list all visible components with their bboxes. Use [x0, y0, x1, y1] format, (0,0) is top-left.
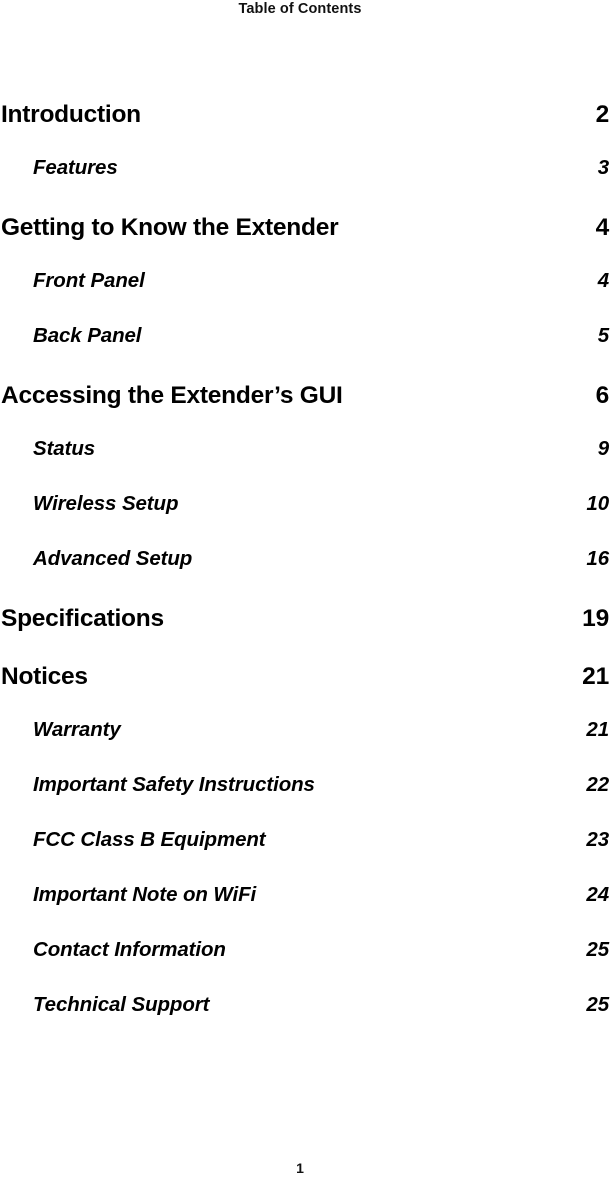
toc-entry-title: Important Safety Instructions	[33, 773, 315, 796]
toc-entry[interactable]: Status 9	[0, 436, 612, 491]
toc-entry-title: Technical Support	[33, 993, 210, 1016]
toc-entry-title: Introduction	[1, 101, 141, 128]
toc-entry[interactable]: FCC Class B Equipment 23	[0, 827, 612, 882]
toc-entry-title: Notices	[1, 663, 88, 690]
toc-entry-page-number: 21	[586, 718, 609, 741]
toc-entry-title: Front Panel	[33, 269, 145, 292]
toc-entry[interactable]: Features 3	[0, 155, 612, 210]
toc-entry[interactable]: Notices 21	[0, 662, 612, 717]
toc-entry-title: Wireless Setup	[33, 492, 179, 515]
toc-entry-page-number: 9	[597, 437, 609, 460]
toc-entry-title: FCC Class B Equipment	[33, 828, 266, 851]
toc-entry-title: Advanced Setup	[33, 547, 193, 570]
toc-entry-page-number: 25	[586, 938, 609, 961]
toc-entry-page-number: 2	[595, 101, 610, 128]
toc-entry-page-number: 23	[586, 828, 609, 851]
toc-entry-page-number: 3	[597, 156, 609, 179]
toc-entry[interactable]: Important Safety Instructions 22	[0, 772, 612, 827]
toc-entry-page-number: 21	[582, 663, 609, 690]
page-canvas: Table of Contents Introduction 2 Features 3…	[0, 0, 612, 1180]
toc-entry[interactable]: Speciﬁcations 19	[0, 604, 612, 659]
toc-entry[interactable]: Warranty 21	[0, 717, 612, 772]
toc-entry-title: Warranty	[33, 718, 121, 741]
toc-entry[interactable]: Advanced Setup 16	[0, 546, 612, 601]
page-number-footer: 1	[296, 1160, 304, 1176]
table-of-contents-list: Introduction 2 Features 3 Getting to Know th…	[0, 100, 612, 1047]
toc-entry-title: Back Panel	[33, 324, 142, 347]
toc-entry[interactable]: Important Note on WiFi 24	[0, 882, 612, 937]
toc-entry[interactable]: Front Panel 4	[0, 268, 612, 323]
toc-entry-page-number: 25	[586, 993, 609, 1016]
toc-entry-page-number: 4	[597, 269, 609, 292]
toc-entry-title: Getting to Know the Extender	[1, 214, 339, 241]
toc-entry-title: Speciﬁcations	[1, 605, 164, 632]
toc-entry-title: Contact Information	[33, 938, 226, 961]
toc-entry-page-number: 19	[582, 605, 609, 632]
toc-entry-title: Features	[33, 156, 118, 179]
toc-entry-title: Status	[33, 437, 96, 460]
toc-entry-page-number: 24	[586, 883, 609, 906]
toc-entry-page-number: 5	[597, 324, 609, 347]
toc-entry[interactable]: Getting to Know the Extender 4	[0, 213, 612, 268]
toc-entry-page-number: 22	[586, 773, 609, 796]
toc-entry-page-number: 6	[595, 382, 610, 409]
running-header: Table of Contents	[238, 1, 362, 17]
toc-entry[interactable]: Technical Support 25	[0, 992, 612, 1047]
toc-entry[interactable]: Wireless Setup 10	[0, 491, 612, 546]
toc-entry-page-number: 4	[595, 214, 610, 241]
toc-entry-page-number: 10	[586, 492, 609, 515]
toc-entry[interactable]: Contact Information 25	[0, 937, 612, 992]
toc-entry-page-number: 16	[586, 547, 609, 570]
toc-entry[interactable]: Back Panel 5	[0, 323, 612, 378]
toc-entry-title: Accessing the Extender’s GUI	[1, 382, 343, 409]
toc-entry[interactable]: Introduction 2	[0, 100, 612, 155]
toc-entry[interactable]: Accessing the Extender’s GUI 6	[0, 381, 612, 436]
toc-entry-title: Important Note on WiFi	[33, 883, 257, 906]
